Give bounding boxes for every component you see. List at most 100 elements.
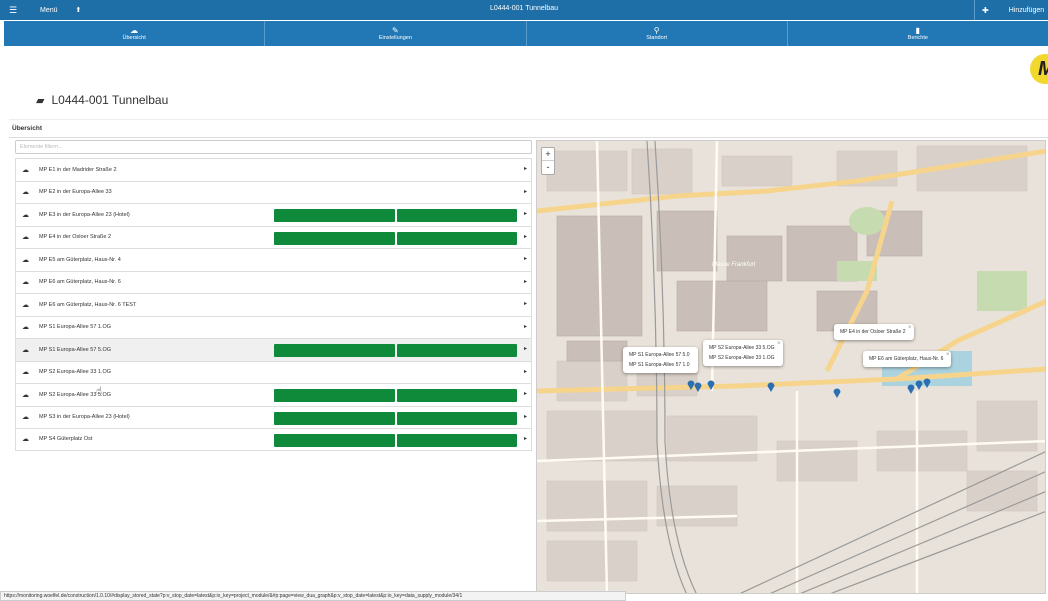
list-item[interactable]: ☁ MP S2 Europa-Allee 33 1.OG ▸ <box>15 360 532 383</box>
list-item[interactable]: ☁ MP E6 am Güterplatz, Haus-Nr. 6 ▸ <box>15 270 532 293</box>
cloud-icon: ☁ <box>22 369 29 377</box>
up-arrow-icon[interactable]: ⬆ <box>76 6 82 14</box>
tab-label: Übersicht <box>122 35 146 41</box>
tab-label: Standort <box>646 35 668 41</box>
list-item[interactable]: ☁ MP E4 in der Osloer Straße 2 ▸ <box>15 225 532 248</box>
cloud-icon: ☁ <box>22 189 29 197</box>
status-bar <box>396 389 517 402</box>
window-title: L0444-001 Tunnelbau <box>489 5 559 12</box>
map-marker-icon[interactable] <box>907 383 915 394</box>
list-item[interactable]: ☁ MP E6 am Güterplatz, Haus-Nr. 6 TEST ▸ <box>15 293 532 316</box>
popup-line: MP S2 Europa-Allee 33 5.OG <box>709 345 775 351</box>
add-button-label: Hinzufügen <box>1008 6 1045 14</box>
cloud-icon: ☁ <box>22 391 29 399</box>
popup-line: MP S1 Europa-Allee 57 1.0 <box>629 362 690 368</box>
cloud-icon: ☁ <box>22 436 29 444</box>
close-icon[interactable]: × <box>777 340 781 348</box>
cloud-icon: ☁ <box>22 324 29 332</box>
list-item[interactable]: ☁ MP S1 Europa-Allee 57 5.OG ▸ <box>15 338 532 361</box>
list-item-label: MP S4 Güterplatz Ost <box>39 436 93 443</box>
svg-text:Messe Frankfurt: Messe Frankfurt <box>712 262 756 268</box>
tab-uebersicht[interactable]: ☁ Übersicht <box>4 21 266 46</box>
chevron-right-icon: ▸ <box>523 166 527 172</box>
zoom-out-button[interactable]: - <box>542 161 554 174</box>
tab-label: Berichte <box>907 35 928 41</box>
list-item[interactable]: ☁ MP S3 in der Europa-Allee 23 (Hotel) ▸ <box>15 405 532 428</box>
chevron-right-icon: ▸ <box>523 233 527 240</box>
popup-line: MP E6 am Güterplatz, Haus-Nr. 6 <box>869 356 944 362</box>
status-bar <box>274 389 395 402</box>
status-bars <box>274 231 517 245</box>
chevron-right-icon: ▸ <box>523 436 527 442</box>
status-url: https://monitoring.woelfel.de/constructi… <box>0 591 626 601</box>
map-marker-icon[interactable] <box>694 381 702 392</box>
map-marker-icon[interactable] <box>767 381 775 392</box>
chevron-right-icon: ▸ <box>523 188 527 195</box>
status-bar <box>274 411 395 425</box>
list-item[interactable]: ☁ MP S4 Güterplatz Ost ▸ <box>15 428 532 451</box>
wrench-icon: ✎ <box>392 26 399 35</box>
list-item-label: MP S2 Europa-Allee 33 1.OG <box>39 369 112 376</box>
status-bars <box>274 344 517 357</box>
popup-line: MP E4 in der Osloer Straße 2 <box>840 329 906 335</box>
list-item[interactable]: ☁ MP S1 Europa-Allee 57 1.OG ▸ <box>15 315 532 338</box>
cloud-icon: ☁ <box>22 256 29 264</box>
list-item-label: MP S1 Europa-Allee 57 1.OG <box>39 324 112 331</box>
status-bars <box>274 209 517 222</box>
tab-label: Einstellungen <box>378 35 412 41</box>
cloud-icon: ☁ <box>22 346 29 354</box>
status-bars <box>274 389 517 402</box>
status-bar <box>274 231 395 245</box>
map-view[interactable]: Messe Frankfurt + - MP S1 Europa-Allee 5… <box>536 140 1046 594</box>
document-icon: ▮ <box>915 26 921 35</box>
hand-cursor-icon: ☝ <box>96 386 103 397</box>
zoom-control: + - <box>541 147 555 175</box>
list-item-label: MP E6 am Güterplatz, Haus-Nr. 6 <box>39 279 121 286</box>
status-bar <box>274 344 395 357</box>
list-item[interactable]: ☁ MP E1 in der Madrider Straße 2 ▸ <box>15 158 532 181</box>
plus-icon: ✚ <box>982 5 989 15</box>
map-marker-icon[interactable] <box>707 379 715 390</box>
status-bar <box>396 411 517 425</box>
map-marker-icon[interactable] <box>923 377 931 388</box>
list-item[interactable]: ☁ MP E2 in der Europa-Allee 33 ▸ <box>15 180 532 203</box>
list-item-label: MP E3 in der Europa-Allee 23 (Hotel) <box>39 211 130 218</box>
add-button[interactable]: ✚ Hinzufügen <box>974 0 1048 20</box>
tab-einstellungen[interactable]: ✎ Einstellungen <box>265 21 527 46</box>
map-marker-icon[interactable] <box>833 387 841 398</box>
close-icon[interactable]: × <box>946 351 950 359</box>
list-item-label: MP E4 in der Osloer Straße 2 <box>39 234 112 241</box>
popup-line: MP S2 Europa-Allee 33 1.OG <box>709 355 775 361</box>
status-bar <box>396 209 517 222</box>
filter-input[interactable] <box>15 140 532 154</box>
chevron-right-icon: ▸ <box>523 413 527 420</box>
map-marker-icon[interactable] <box>915 379 923 390</box>
tab-standort[interactable]: ⚲ Standort <box>527 21 788 46</box>
cloud-icon: ☁ <box>22 211 29 219</box>
hamburger-menu-icon[interactable]: ☰ <box>9 5 21 16</box>
cloud-icon: ☁ <box>22 301 29 309</box>
zoom-in-button[interactable]: + <box>542 148 554 161</box>
chevron-right-icon: ▸ <box>523 278 527 285</box>
list-item[interactable]: ☁ MP E5 am Güterplatz, Haus-Nr. 4 ▸ <box>15 248 532 271</box>
menu-button[interactable]: Menü <box>40 7 58 14</box>
chevron-right-icon: ▸ <box>523 301 527 307</box>
section-header: Übersicht <box>9 119 1048 138</box>
close-icon[interactable]: × <box>908 324 912 332</box>
cloud-icon: ☁ <box>22 166 29 174</box>
cloud-icon: ☁ <box>22 414 29 422</box>
measurement-point-list: ☁ MP E1 in der Madrider Straße 2 ▸ ☁ MP E2 i… <box>15 158 532 451</box>
map-tiles: Messe Frankfurt <box>537 141 1045 593</box>
cloud-icon: ☁ <box>22 234 29 242</box>
tab-berichte[interactable]: ▮ Berichte <box>788 21 1048 46</box>
chevron-right-icon: ▸ <box>523 346 527 352</box>
map-popup: MP S1 Europa-Allee 57 5.0 MP S1 Europa-A… <box>623 347 698 373</box>
dashboard-icon: ☁ <box>130 26 139 35</box>
top-bar: ☰ Menü ⬆ L0444-001 Tunnelbau ✚ Hinzufüge… <box>0 0 1048 20</box>
chevron-right-icon: ▸ <box>523 323 527 330</box>
page-title-text: L0444-001 Tunnelbau <box>51 93 169 107</box>
status-bars <box>274 411 517 425</box>
list-item[interactable]: ☁ MP S2 Europa-Allee 33 5.OG ▸ <box>15 383 532 406</box>
list-item[interactable]: ☁ MP E3 in der Europa-Allee 23 (Hotel) ▸ <box>15 203 532 226</box>
page-title: ▰ L0444-001 Tunnelbau <box>36 93 168 107</box>
